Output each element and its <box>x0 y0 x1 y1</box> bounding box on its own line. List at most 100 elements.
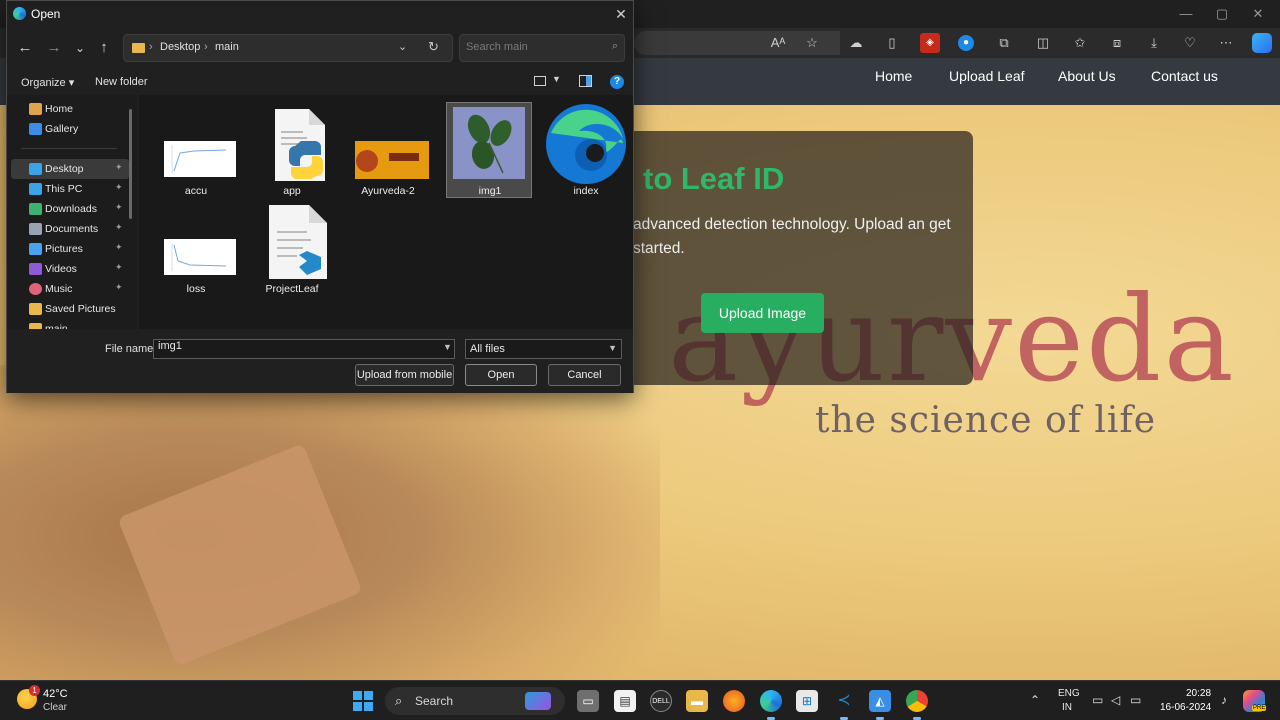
favorite-star-icon[interactable]: ☆ <box>802 33 822 53</box>
file-item-ayurveda-2[interactable]: Ayurveda-2 <box>345 103 431 199</box>
read-aloud-icon[interactable]: Aᴬ <box>768 33 788 53</box>
nav-item-pictures[interactable]: Pictures ✦ <box>11 239 129 259</box>
nav-item-home[interactable]: Home <box>11 99 129 119</box>
refresh-icon[interactable]: ↻ <box>428 39 439 55</box>
chevron-down-icon[interactable]: ▼ <box>443 342 452 352</box>
battery-icon[interactable]: ▭ <box>1130 693 1141 707</box>
start-button[interactable] <box>353 691 373 711</box>
dell-icon[interactable]: DELL <box>650 690 672 712</box>
collections-icon[interactable]: ⧈ <box>1107 33 1127 53</box>
clock-time[interactable]: 20:28 <box>1186 688 1211 699</box>
extension-red-icon[interactable]: ◈ <box>920 33 940 53</box>
favorites-list-icon[interactable]: ✩ <box>1070 33 1090 53</box>
recent-locations-chevron-icon[interactable]: ⌄ <box>69 37 91 59</box>
nav-item-videos[interactable]: Videos ✦ <box>11 259 129 279</box>
file-item-loss[interactable]: loss <box>153 201 239 297</box>
file-list: accu app Ayurveda-2 img1 index loss Proj… <box>139 95 633 329</box>
firefox-icon[interactable] <box>723 690 745 712</box>
windows-logo-icon <box>364 691 373 700</box>
search-box[interactable]: ⌕ <box>459 34 625 62</box>
open-button[interactable]: Open <box>465 364 537 386</box>
file-name: app <box>283 185 301 197</box>
extension-cloud-icon[interactable]: ☁ <box>846 33 866 53</box>
scrollbar[interactable] <box>129 109 132 219</box>
nav-item-this-pc[interactable]: This PC ✦ <box>11 179 129 199</box>
search-input[interactable] <box>466 41 606 53</box>
photos-icon[interactable]: ◭ <box>869 690 891 720</box>
breadcrumb-desktop[interactable]: Desktop <box>160 41 200 53</box>
chrome-icon[interactable] <box>906 690 928 720</box>
nav-item-documents[interactable]: Documents ✦ <box>11 219 129 239</box>
phone-icon[interactable]: ▯ <box>882 33 902 53</box>
nav-item-label: Pictures <box>45 243 83 255</box>
nav-item-desktop[interactable]: Desktop ✦ <box>11 159 129 179</box>
help-icon[interactable]: ? <box>610 75 624 89</box>
nav-item-label: Documents <box>45 223 99 235</box>
cancel-button[interactable]: Cancel <box>548 364 621 386</box>
file-item-app[interactable]: app <box>249 103 335 199</box>
organize-menu[interactable]: Organize ▾ <box>21 76 74 89</box>
extensions-puzzle-icon[interactable]: ⧉ <box>994 33 1014 53</box>
notifications-bell-icon[interactable]: ♪ <box>1221 693 1227 707</box>
dialog-close-button[interactable]: ✕ <box>610 4 632 24</box>
weather-condition[interactable]: Clear <box>43 702 67 713</box>
taskbar: 1 42°C Clear ⌕ Search ▭ ▤ DELL ▬ ⊞ ≺ ◭ ⌃… <box>0 680 1280 720</box>
view-mode-icon[interactable] <box>534 76 546 86</box>
split-screen-icon[interactable]: ◫ <box>1033 33 1053 53</box>
window-close-button[interactable]: ✕ <box>1240 4 1276 24</box>
maximize-button[interactable]: ▢ <box>1204 4 1240 24</box>
file-explorer-icon[interactable]: ▬ <box>686 690 708 712</box>
chevron-down-icon[interactable]: ▼ <box>552 74 561 84</box>
extension-blue-icon[interactable]: ● <box>958 35 974 51</box>
show-hidden-icons-chevron-icon[interactable]: ⌃ <box>1030 693 1040 707</box>
edge-icon[interactable] <box>760 690 782 720</box>
chevron-down-icon[interactable]: ⌄ <box>398 40 407 53</box>
nav-item-downloads[interactable]: Downloads ✦ <box>11 199 129 219</box>
copilot-icon[interactable] <box>1252 33 1272 53</box>
nav-home[interactable]: Home <box>875 58 912 94</box>
pin-icon: ✦ <box>115 162 123 172</box>
folder-icon <box>132 43 145 53</box>
forward-arrow-icon[interactable]: → <box>43 37 65 59</box>
nav-contact-us[interactable]: Contact us <box>1151 58 1218 94</box>
weather-temperature[interactable]: 42°C <box>43 688 68 700</box>
vscode-icon[interactable]: ≺ <box>833 690 855 720</box>
microsoft-store-icon[interactable]: ⊞ <box>796 690 818 712</box>
taskbar-search[interactable]: ⌕ Search <box>385 687 565 715</box>
nav-about-us[interactable]: About Us <box>1058 58 1116 94</box>
up-arrow-icon[interactable]: ↑ <box>93 37 115 59</box>
windows-logo-icon <box>353 702 362 711</box>
minimize-button[interactable]: — <box>1168 4 1204 24</box>
file-item-projectleaf[interactable]: ProjectLeaf <box>249 201 335 297</box>
task-view-icon[interactable]: ▭ <box>577 690 599 712</box>
nav-item-label: Gallery <box>45 123 79 135</box>
more-menu-icon[interactable]: ⋯ <box>1216 33 1236 53</box>
nav-upload-leaf[interactable]: Upload Leaf <box>949 58 1025 94</box>
nav-item-main[interactable]: main <box>11 319 129 329</box>
clock-date[interactable]: 16-06-2024 <box>1160 702 1211 713</box>
upload-from-mobile-button[interactable]: Upload from mobile <box>355 364 454 386</box>
nav-item-saved-pictures[interactable]: Saved Pictures <box>11 299 129 319</box>
nav-item-gallery[interactable]: Gallery <box>11 119 129 139</box>
browser-essentials-icon[interactable]: ♡ <box>1180 33 1200 53</box>
file-item-index[interactable]: index <box>543 103 629 199</box>
back-arrow-icon[interactable]: ← <box>14 37 36 59</box>
input-region[interactable]: IN <box>1062 702 1072 713</box>
hero-text: advanced detection technology. Upload an… <box>633 216 951 257</box>
file-name-input[interactable]: img1 <box>153 339 455 359</box>
breadcrumb-main[interactable]: main <box>215 41 239 53</box>
upload-image-button[interactable]: Upload Image <box>701 293 824 333</box>
file-item-img1[interactable]: img1 <box>446 102 532 198</box>
nav-item-music[interactable]: Music ✦ <box>11 279 129 299</box>
file-name: loss <box>186 283 206 295</box>
downloads-icon[interactable]: ⤓ <box>1144 33 1164 53</box>
network-icon[interactable]: ▭ <box>1092 693 1103 707</box>
new-folder-button[interactable]: New folder <box>95 76 148 88</box>
file-item-accu[interactable]: accu <box>153 103 239 199</box>
address-breadcrumb[interactable]: › Desktop › main ⌄ ↻ <box>123 34 453 62</box>
preview-pane-icon[interactable] <box>579 75 592 87</box>
notepad-icon[interactable]: ▤ <box>614 690 636 712</box>
volume-icon[interactable]: ◁ <box>1111 693 1120 707</box>
input-language[interactable]: ENG <box>1058 688 1080 699</box>
file-type-select[interactable]: All files ▼ <box>465 339 622 359</box>
